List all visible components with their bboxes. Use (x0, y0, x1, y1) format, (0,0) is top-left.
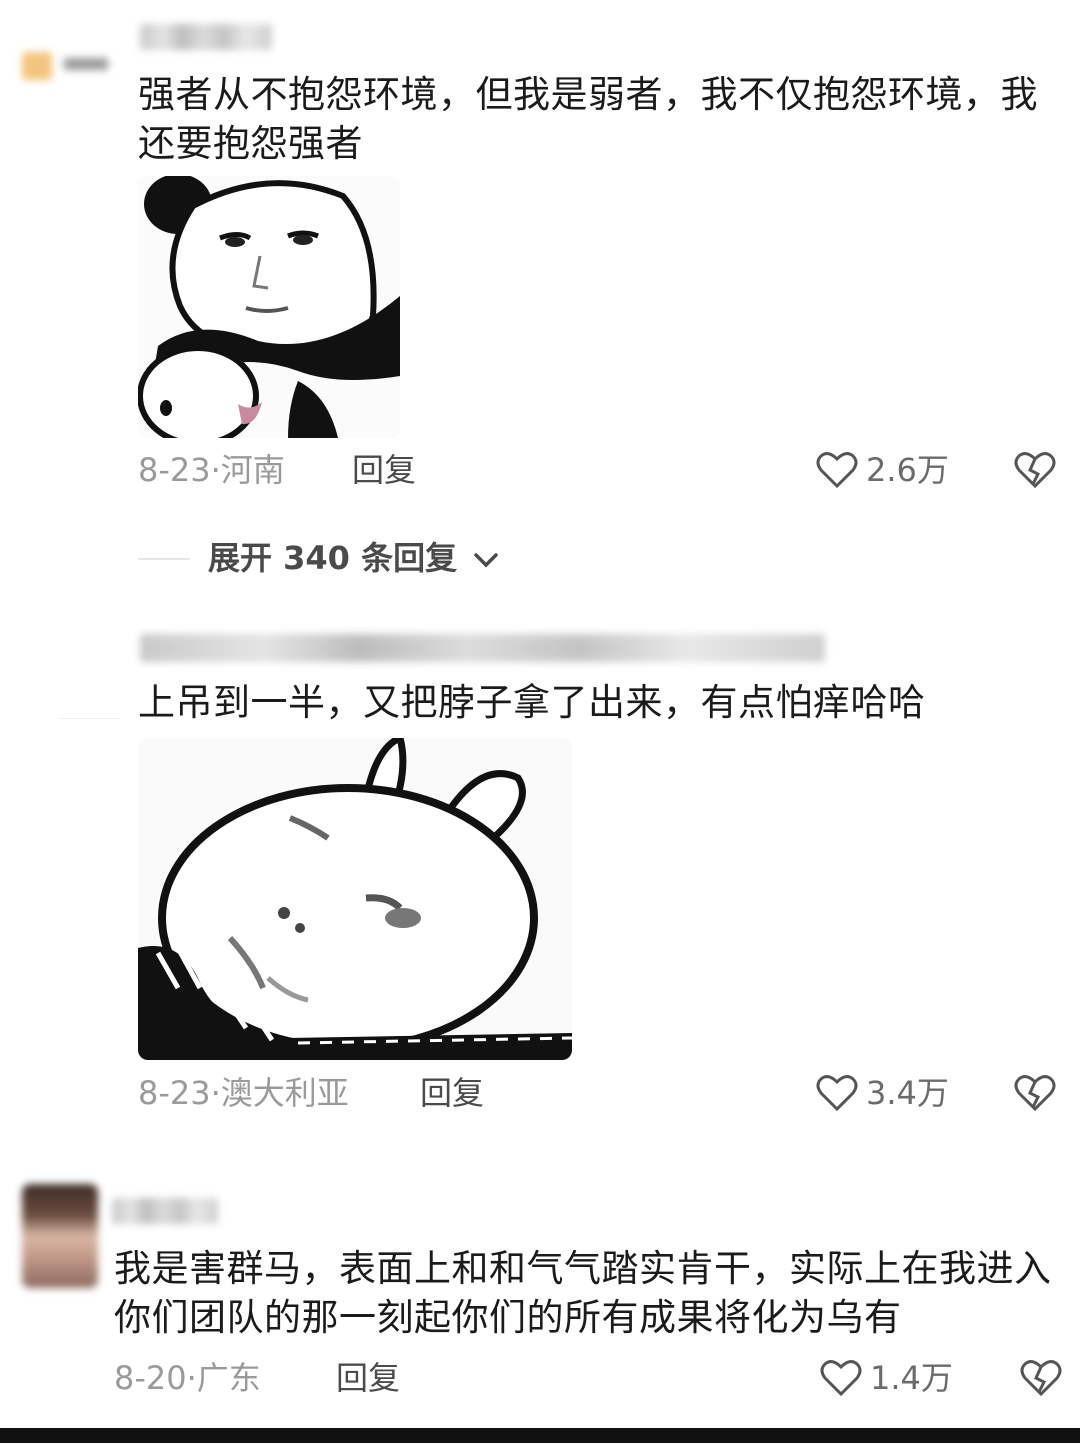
comment-location: 广东 (196, 1359, 261, 1397)
like-count: 1.4万 (870, 1359, 953, 1397)
username[interactable] (140, 24, 272, 50)
comment-text: 上吊到一半，又把脖子拿了出来，有点怕痒哈哈 (138, 681, 926, 724)
meta-separator: · (186, 1359, 197, 1397)
comment-date: 8-23 (138, 451, 211, 489)
comment-text: 我是害群马，表面上和和气气踏实肯干，实际上在我进入你们团队的那一刻起你们的所有成… (114, 1247, 1052, 1339)
panda-face-meme-icon (138, 176, 400, 438)
comment-meta: 8-23·澳大利亚 (138, 1072, 349, 1114)
reply-button[interactable]: 回复 (352, 449, 416, 491)
like-count: 2.6万 (866, 451, 949, 489)
comment-sticker[interactable] (138, 738, 572, 1060)
expand-replies-button[interactable]: 展开 340 条回复 (208, 537, 500, 579)
comment-meta: 8-23·河南 (138, 449, 285, 491)
avatar[interactable] (22, 1184, 98, 1288)
reply-button[interactable]: 回复 (420, 1072, 484, 1114)
broken-heart-icon[interactable] (1014, 1073, 1056, 1113)
comment-sticker[interactable] (138, 176, 400, 438)
heart-outline-icon[interactable] (816, 1073, 858, 1113)
comment-meta: 8-20·广东 (114, 1357, 261, 1399)
like-count: 3.4万 (866, 1074, 949, 1112)
username[interactable] (112, 1198, 218, 1224)
bottom-edge (0, 1428, 1080, 1443)
expand-replies-label: 展开 340 条回复 (208, 539, 458, 577)
meta-separator: · (210, 1074, 221, 1112)
comment-date: 8-20 (114, 1359, 187, 1397)
reply-button[interactable]: 回复 (336, 1357, 400, 1399)
broken-heart-icon[interactable] (1014, 450, 1056, 490)
comment-3: 我是害群马，表面上和和气气踏实肯干，实际上在我进入你们团队的那一刻起你们的所有成… (0, 1170, 1080, 1410)
avatar[interactable] (22, 52, 52, 80)
comment-1: 强者从不抱怨环境，但我是弱者，我不仅抱怨环境，我还要抱怨强者 8-23·河南 回… (0, 0, 1080, 500)
comment-location: 河南 (220, 451, 285, 489)
comment-location: 澳大利亚 (220, 1074, 349, 1112)
divider-line (60, 718, 120, 719)
comment-text: 强者从不抱怨环境，但我是弱者，我不仅抱怨环境，我还要抱怨强者 (138, 73, 1038, 165)
meta-separator: · (210, 451, 221, 489)
chevron-down-icon (472, 550, 500, 570)
avatar-badge (64, 58, 108, 70)
expand-divider (138, 558, 190, 560)
comment-date: 8-23 (138, 1074, 211, 1112)
broken-heart-icon[interactable] (1020, 1358, 1062, 1398)
rabbit-noose-meme-icon (138, 738, 572, 1060)
username[interactable] (140, 634, 825, 662)
heart-outline-icon[interactable] (816, 450, 858, 490)
comment-2: 上吊到一半，又把脖子拿了出来，有点怕痒哈哈 8-23·澳大利亚 回复 3.4万 (0, 600, 1080, 1120)
heart-outline-icon[interactable] (820, 1358, 862, 1398)
